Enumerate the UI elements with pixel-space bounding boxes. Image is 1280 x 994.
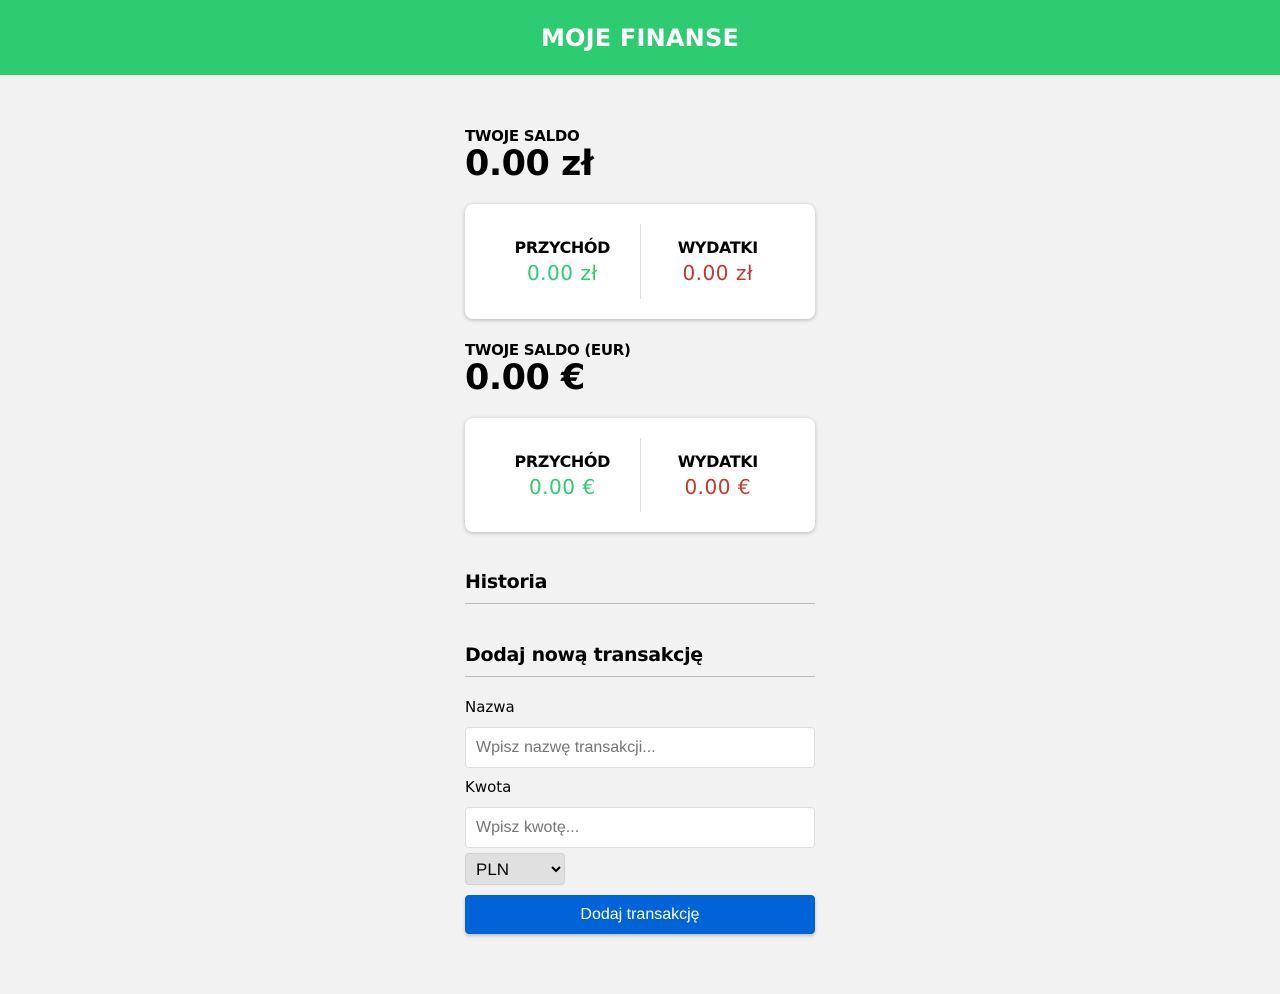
history-title: Historia [465, 571, 815, 604]
pln-income-expense-card: PRZYCHÓD 0.00 zł WYDATKI 0.00 zł [465, 204, 815, 319]
pln-income-value: 0.00 zł [526, 261, 598, 285]
add-transaction-title: Dodaj nową transakcję [465, 644, 815, 677]
eur-expense-label: WYDATKI [677, 451, 759, 471]
name-input[interactable] [465, 727, 815, 768]
amount-input[interactable] [465, 807, 815, 848]
eur-income-label: PRZYCHÓD [514, 451, 611, 471]
pln-balance-value: 0.00 zł [465, 144, 594, 184]
pln-expense-label: WYDATKI [677, 238, 759, 257]
add-transaction-button[interactable]: Dodaj transakcję [465, 895, 815, 934]
eur-income-value: 0.00 € [528, 474, 596, 499]
eur-balance-block: TWOJE SALDO (EUR) 0.00 € [465, 341, 631, 397]
currency-select[interactable]: PLN [465, 853, 565, 885]
name-field-label: Nazwa [465, 698, 515, 716]
app-title: MOJE FINANSE [540, 23, 740, 52]
pln-balance-label: TWOJE SALDO [465, 127, 580, 145]
eur-balance-value: 0.00 € [465, 358, 585, 398]
pln-income-label: PRZYCHÓD [514, 238, 611, 257]
eur-expense-value: 0.00 € [684, 474, 752, 499]
pln-income-column: PRZYCHÓD 0.00 zł [485, 224, 641, 299]
amount-field-label: Kwota [465, 778, 512, 796]
pln-balance-block: TWOJE SALDO 0.00 zł [465, 127, 594, 184]
eur-balance-label: TWOJE SALDO (EUR) [465, 341, 631, 359]
eur-income-column: PRZYCHÓD 0.00 € [485, 438, 641, 512]
eur-income-expense-card: PRZYCHÓD 0.00 € WYDATKI 0.00 € [465, 418, 815, 532]
pln-expense-column: WYDATKI 0.00 zł [641, 224, 796, 299]
pln-expense-value: 0.00 zł [682, 261, 754, 285]
eur-expense-column: WYDATKI 0.00 € [641, 438, 796, 512]
app-header: MOJE FINANSE [0, 0, 1280, 75]
